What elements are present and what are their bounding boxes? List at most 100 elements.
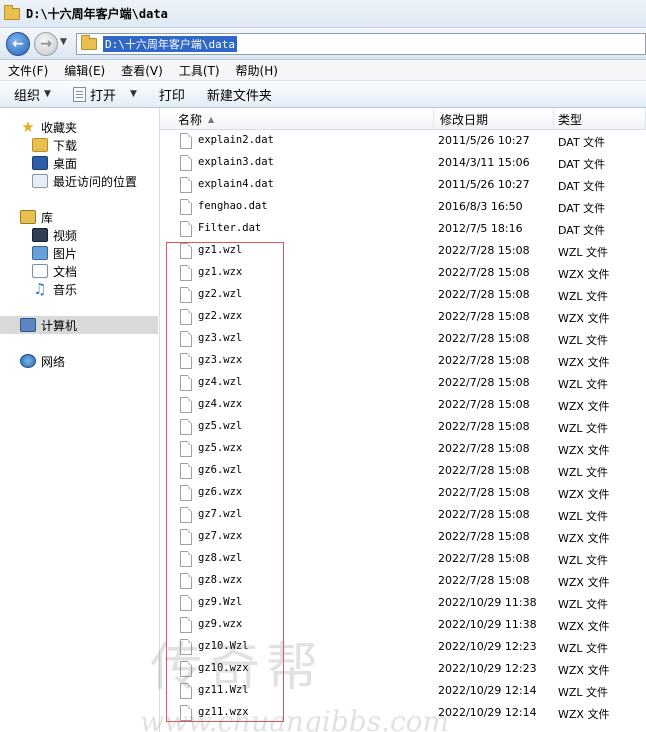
file-row[interactable]: gz7.wzl 2022/7/28 15:08 WZL 文件 — [160, 505, 646, 527]
file-row[interactable]: gz2.wzx 2022/7/28 15:08 WZX 文件 — [160, 307, 646, 329]
address-path[interactable]: D:\十六周年客户端\data — [103, 36, 237, 52]
file-name: explain2.dat — [198, 134, 274, 146]
organize-label: 组织 — [14, 88, 41, 104]
file-row[interactable]: gz5.wzx 2022/7/28 15:08 WZX 文件 — [160, 439, 646, 461]
file-row[interactable]: explain4.dat 2011/5/26 10:27 DAT 文件 — [160, 175, 646, 197]
back-button[interactable]: ← — [6, 32, 30, 56]
file-row[interactable]: explain3.dat 2014/3/11 15:06 DAT 文件 — [160, 153, 646, 175]
nav-desktop[interactable]: 桌面 — [32, 154, 77, 172]
title-bar: D:\十六周年客户端\data — [0, 0, 646, 28]
nav-network[interactable]: 网络 — [20, 352, 65, 370]
file-date: 2016/8/3 16:50 — [438, 200, 523, 213]
menu-help[interactable]: 帮助(H) — [236, 62, 278, 79]
menu-view[interactable]: 查看(V) — [121, 62, 163, 79]
column-header-type[interactable]: 类型 — [554, 108, 646, 130]
file-type: WZL 文件 — [558, 642, 609, 655]
file-name: gz2.wzx — [198, 310, 243, 322]
file-row[interactable]: gz9.Wzl 2022/10/29 11:38 WZL 文件 — [160, 593, 646, 615]
file-icon — [180, 309, 192, 325]
nav-music[interactable]: ♫ 音乐 — [32, 280, 77, 298]
open-button[interactable]: 打开 ▼ — [72, 85, 137, 104]
file-icon — [180, 375, 192, 391]
history-dropdown-icon[interactable]: ▼ — [60, 37, 67, 47]
file-row[interactable]: gz2.wzl 2022/7/28 15:08 WZL 文件 — [160, 285, 646, 307]
file-row[interactable]: gz10.wzx 2022/10/29 12:23 WZX 文件 — [160, 659, 646, 681]
file-name: gz9.wzx — [198, 618, 243, 630]
file-row[interactable]: gz11.wzx 2022/10/29 12:14 WZX 文件 — [160, 703, 646, 725]
forward-button[interactable]: → — [34, 32, 58, 56]
new-folder-label: 新建文件夹 — [206, 88, 272, 104]
library-icon — [20, 210, 36, 224]
menu-file[interactable]: 文件(F) — [8, 62, 48, 79]
file-type: WZX 文件 — [558, 444, 610, 457]
address-bar[interactable]: D:\十六周年客户端\data — [76, 33, 646, 55]
column-header-date[interactable]: 修改日期 — [434, 108, 554, 130]
file-row[interactable]: fenghao.dat 2016/8/3 16:50 DAT 文件 — [160, 197, 646, 219]
file-icon — [180, 551, 192, 567]
file-date: 2022/10/29 11:38 — [438, 596, 537, 609]
file-icon — [180, 287, 192, 303]
file-row[interactable]: gz3.wzl 2022/7/28 15:08 WZL 文件 — [160, 329, 646, 351]
network-icon — [20, 354, 36, 368]
nav-videos[interactable]: 视频 — [32, 226, 77, 244]
column-date-label: 修改日期 — [440, 112, 489, 127]
file-date: 2022/7/28 15:08 — [438, 464, 530, 477]
new-folder-button[interactable]: 新建文件夹 — [207, 85, 272, 104]
nav-pictures-label: 图片 — [53, 246, 78, 261]
file-row[interactable]: gz5.wzl 2022/7/28 15:08 WZL 文件 — [160, 417, 646, 439]
nav-recent[interactable]: 最近访问的位置 — [32, 172, 137, 190]
file-row[interactable]: gz1.wzl 2022/7/28 15:08 WZL 文件 — [160, 241, 646, 263]
file-name: gz5.wzx — [198, 442, 243, 454]
file-row[interactable]: explain2.dat 2011/5/26 10:27 DAT 文件 — [160, 131, 646, 153]
file-date: 2011/5/26 10:27 — [438, 134, 530, 147]
file-date: 2022/7/28 15:08 — [438, 310, 530, 323]
file-name: gz8.wzl — [198, 552, 243, 564]
file-icon — [180, 639, 192, 655]
chevron-down-icon[interactable]: ▼ — [130, 89, 137, 99]
file-row[interactable]: gz6.wzx 2022/7/28 15:08 WZX 文件 — [160, 483, 646, 505]
file-row[interactable]: gz4.wzl 2022/7/28 15:08 WZL 文件 — [160, 373, 646, 395]
file-date: 2022/7/28 15:08 — [438, 508, 530, 521]
file-row[interactable]: gz11.Wzl 2022/10/29 12:14 WZL 文件 — [160, 681, 646, 703]
file-row[interactable]: gz4.wzx 2022/7/28 15:08 WZX 文件 — [160, 395, 646, 417]
file-icon — [180, 419, 192, 435]
file-icon — [180, 661, 192, 677]
file-row[interactable]: gz10.Wzl 2022/10/29 12:23 WZL 文件 — [160, 637, 646, 659]
nav-documents[interactable]: 文档 — [32, 262, 77, 280]
file-row[interactable]: gz3.wzx 2022/7/28 15:08 WZX 文件 — [160, 351, 646, 373]
file-icon — [180, 177, 192, 193]
menu-edit[interactable]: 编辑(E) — [64, 62, 105, 79]
file-row[interactable]: gz8.wzx 2022/7/28 15:08 WZX 文件 — [160, 571, 646, 593]
print-button[interactable]: 打印 — [159, 85, 185, 104]
file-row[interactable]: gz1.wzx 2022/7/28 15:08 WZX 文件 — [160, 263, 646, 285]
file-type: DAT 文件 — [558, 224, 606, 237]
window-title: D:\十六周年客户端\data — [26, 7, 168, 21]
nav-favorites[interactable]: ★ 收藏夹 — [20, 118, 77, 136]
file-row[interactable]: Filter.dat 2012/7/5 18:16 DAT 文件 — [160, 219, 646, 241]
file-date: 2022/7/28 15:08 — [438, 530, 530, 543]
file-row[interactable]: gz7.wzx 2022/7/28 15:08 WZX 文件 — [160, 527, 646, 549]
desktop-icon — [32, 156, 48, 170]
folder-icon — [4, 4, 20, 20]
organize-button[interactable]: 组织 ▼ — [14, 85, 51, 104]
file-name: gz4.wzx — [198, 398, 243, 410]
file-icon — [180, 485, 192, 501]
file-type: DAT 文件 — [558, 202, 606, 215]
nav-pictures[interactable]: 图片 — [32, 244, 77, 262]
file-row[interactable]: gz8.wzl 2022/7/28 15:08 WZL 文件 — [160, 549, 646, 571]
nav-libraries[interactable]: 库 — [20, 208, 53, 226]
column-header-name[interactable]: 名称 ▲ — [160, 108, 434, 130]
file-type: DAT 文件 — [558, 136, 606, 149]
nav-desktop-label: 桌面 — [53, 156, 78, 171]
nav-downloads[interactable]: 下载 — [32, 136, 77, 154]
file-date: 2022/10/29 12:23 — [438, 640, 537, 653]
file-row[interactable]: gz9.wzx 2022/10/29 11:38 WZX 文件 — [160, 615, 646, 637]
file-type: WZL 文件 — [558, 554, 609, 567]
file-name: explain3.dat — [198, 156, 274, 168]
menu-tools[interactable]: 工具(T) — [179, 62, 220, 79]
file-type: WZX 文件 — [558, 532, 610, 545]
file-row[interactable]: gz6.wzl 2022/7/28 15:08 WZL 文件 — [160, 461, 646, 483]
column-header-row: 名称 ▲ 修改日期 类型 — [160, 108, 646, 130]
file-date: 2022/7/28 15:08 — [438, 574, 530, 587]
nav-computer[interactable]: 计算机 — [20, 316, 77, 334]
